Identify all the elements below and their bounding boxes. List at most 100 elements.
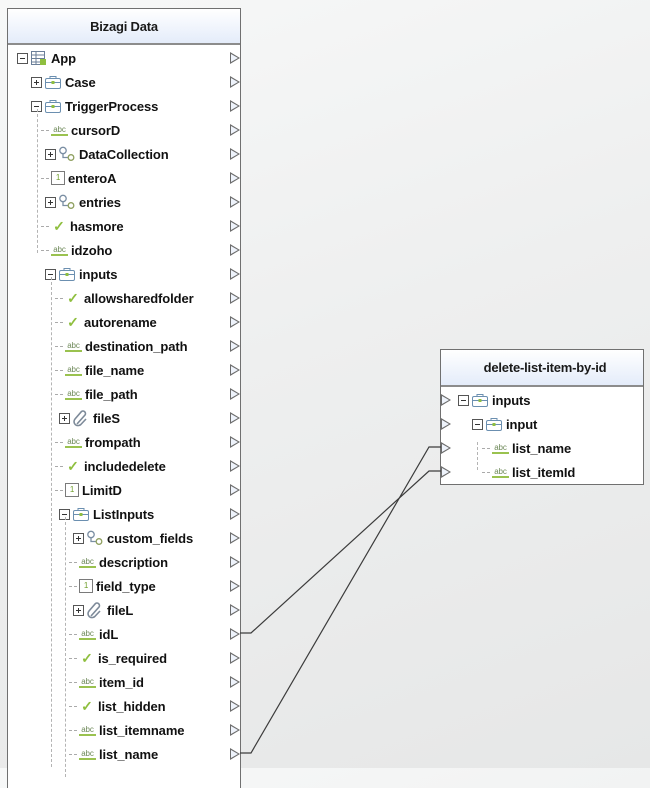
tree-row[interactable]: abc list_itemname <box>8 719 240 741</box>
tree-row[interactable]: ✓ is_required <box>8 647 240 669</box>
mapping-port-arrow-icon[interactable] <box>230 508 240 520</box>
string-icon: abc <box>492 443 509 454</box>
tree-row-label: list_name <box>512 440 572 456</box>
tree-row[interactable]: ✓ hasmore <box>8 215 240 237</box>
expand-icon[interactable] <box>45 148 56 160</box>
mapping-port-arrow-icon[interactable] <box>230 76 240 88</box>
tree-row[interactable]: abc list_name <box>8 743 240 765</box>
expand-icon[interactable] <box>45 196 56 208</box>
mapping-port-arrow-icon[interactable] <box>441 442 451 454</box>
mapping-port-arrow-icon[interactable] <box>230 628 240 640</box>
collapse-icon[interactable] <box>472 418 483 430</box>
tree-row[interactable]: abc list_name <box>441 437 643 459</box>
mapping-port-arrow-icon[interactable] <box>230 52 240 64</box>
attachment-icon <box>87 602 101 619</box>
collection-icon <box>87 530 103 545</box>
mapping-port-arrow-icon[interactable] <box>230 604 240 616</box>
tree-row[interactable]: abc item_id <box>8 671 240 693</box>
briefcase-icon <box>472 394 488 407</box>
string-icon: abc <box>51 245 68 256</box>
tree-row[interactable]: inputs <box>441 389 643 411</box>
mapping-port-arrow-icon[interactable] <box>230 172 240 184</box>
mapping-port-arrow-icon[interactable] <box>230 748 240 760</box>
mapping-wire[interactable] <box>240 446 441 754</box>
tree-row[interactable]: DataCollection <box>8 143 240 165</box>
mapping-port-arrow-icon[interactable] <box>230 316 240 328</box>
mapping-port-arrow-icon[interactable] <box>230 580 240 592</box>
tree-row[interactable]: abc idL <box>8 623 240 645</box>
tree-row[interactable]: ✓ includedelete <box>8 455 240 477</box>
tree-row[interactable]: abc file_name <box>8 359 240 381</box>
tree-row-label: DataCollection <box>79 146 169 162</box>
tree-row[interactable]: abc destination_path <box>8 335 240 357</box>
mapping-port-arrow-icon[interactable] <box>230 340 240 352</box>
tree-row[interactable]: TriggerProcess <box>8 95 240 117</box>
tree-row[interactable]: Case <box>8 71 240 93</box>
expand-icon[interactable] <box>73 532 84 544</box>
mapping-port-arrow-icon[interactable] <box>230 724 240 736</box>
mapping-port-arrow-icon[interactable] <box>230 556 240 568</box>
mapping-port-arrow-icon[interactable] <box>230 292 240 304</box>
tree-connector <box>55 393 63 395</box>
mapping-port-arrow-icon[interactable] <box>230 652 240 664</box>
boolean-icon: ✓ <box>81 649 93 666</box>
tree-row-label: field_type <box>96 578 156 594</box>
expand-icon[interactable] <box>31 76 42 88</box>
tree-row[interactable]: fileS <box>8 407 240 429</box>
expand-icon[interactable] <box>73 604 84 616</box>
collapse-icon[interactable] <box>17 52 28 64</box>
tree-row[interactable]: ✓ autorename <box>8 311 240 333</box>
mapping-port-arrow-icon[interactable] <box>230 244 240 256</box>
tree-row[interactable]: ✓ allowsharedfolder <box>8 287 240 309</box>
tree-row[interactable]: ✓ list_hidden <box>8 695 240 717</box>
briefcase-icon <box>486 418 502 431</box>
tree-row-label: LimitD <box>82 482 122 498</box>
tree-row[interactable]: entries <box>8 191 240 213</box>
tree-guide-line <box>477 442 478 470</box>
collapse-icon[interactable] <box>458 394 469 406</box>
tree-row[interactable]: App <box>8 47 240 69</box>
string-icon: abc <box>65 341 82 352</box>
mapping-port-arrow-icon[interactable] <box>230 412 240 424</box>
mapping-port-arrow-icon[interactable] <box>230 388 240 400</box>
string-icon: abc <box>79 557 96 568</box>
tree-row[interactable]: input <box>441 413 643 435</box>
tree-row-label: idL <box>99 626 119 642</box>
mapping-port-arrow-icon[interactable] <box>230 268 240 280</box>
tree-row[interactable]: 1 enteroA <box>8 167 240 189</box>
mapping-port-arrow-icon[interactable] <box>441 418 451 430</box>
tree-row-label: list_itemname <box>99 722 185 738</box>
tree-row[interactable]: ListInputs <box>8 503 240 525</box>
tree-row-label: list_name <box>99 746 159 762</box>
mapping-port-arrow-icon[interactable] <box>230 436 240 448</box>
mapping-port-arrow-icon[interactable] <box>230 700 240 712</box>
mapping-port-arrow-icon[interactable] <box>230 460 240 472</box>
mapping-port-arrow-icon[interactable] <box>441 394 451 406</box>
mapping-port-arrow-icon[interactable] <box>230 220 240 232</box>
mapping-port-arrow-icon[interactable] <box>230 124 240 136</box>
tree-connector <box>41 225 49 227</box>
tree-row[interactable]: abc cursorD <box>8 119 240 141</box>
tree-row[interactable]: 1 field_type <box>8 575 240 597</box>
tree-row[interactable]: 1 LimitD <box>8 479 240 501</box>
tree-row[interactable]: abc idzoho <box>8 239 240 261</box>
tree-row[interactable]: abc file_path <box>8 383 240 405</box>
mapping-port-arrow-icon[interactable] <box>230 676 240 688</box>
mapping-port-arrow-icon[interactable] <box>230 148 240 160</box>
tree-row[interactable]: fileL <box>8 599 240 621</box>
tree-row[interactable]: custom_fields <box>8 527 240 549</box>
mapping-wire[interactable] <box>240 470 441 634</box>
mapping-port-arrow-icon[interactable] <box>230 532 240 544</box>
mapping-port-arrow-icon[interactable] <box>230 484 240 496</box>
tree-row[interactable]: abc frompath <box>8 431 240 453</box>
tree-row[interactable]: abc list_itemId <box>441 461 643 483</box>
mapping-port-arrow-icon[interactable] <box>441 466 451 478</box>
mapping-port-arrow-icon[interactable] <box>230 364 240 376</box>
tree-row[interactable]: inputs <box>8 263 240 285</box>
mapping-port-arrow-icon[interactable] <box>230 100 240 112</box>
tree-row[interactable]: abc description <box>8 551 240 573</box>
tree-connector <box>55 297 63 299</box>
mapping-port-arrow-icon[interactable] <box>230 196 240 208</box>
expand-icon[interactable] <box>59 412 70 424</box>
tree-connector <box>69 561 77 563</box>
